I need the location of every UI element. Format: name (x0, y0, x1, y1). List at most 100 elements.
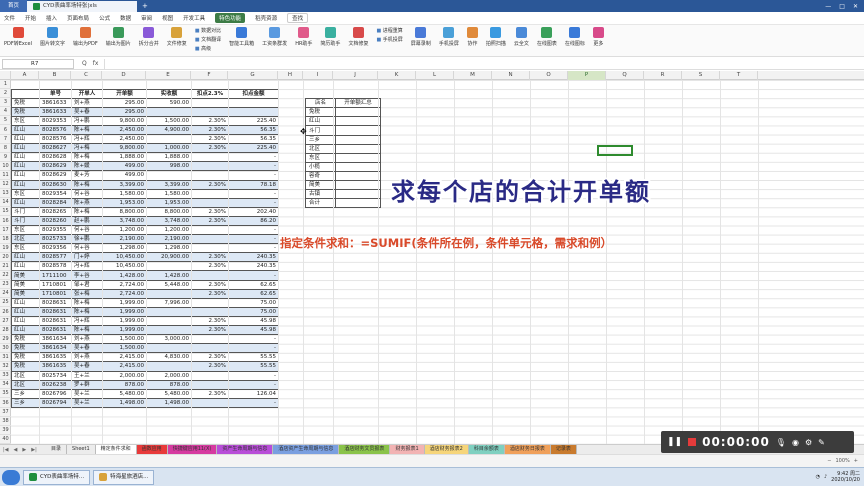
taskbar-item-1[interactable]: 特海星旅酒店... (93, 469, 155, 485)
table-cell[interactable]: 1710801 (39, 288, 72, 299)
table-cell[interactable]: 2.30% (191, 352, 229, 363)
column-header-C[interactable]: C (71, 71, 102, 80)
column-header-cell[interactable]: 单号 (39, 88, 72, 99)
table-cell[interactable]: 冯+鹏 (71, 115, 103, 126)
ribbon-stack-item[interactable]: 文档翻译 (195, 36, 221, 43)
row-header[interactable]: 8 (0, 144, 11, 153)
table-cell[interactable] (146, 261, 192, 272)
menu-item-10[interactable]: 稻壳资源 (255, 14, 277, 22)
table-cell[interactable] (191, 197, 229, 208)
column-header-cell[interactable]: 开单人 (71, 88, 103, 99)
table-cell[interactable]: 1,999.00 (102, 306, 147, 317)
row-header[interactable]: 31 (0, 353, 11, 363)
table-cell[interactable]: 免税 (11, 343, 40, 354)
shop-total-cell[interactable] (335, 125, 381, 136)
table-cell[interactable]: 1,200.00 (146, 224, 192, 236)
table-cell[interactable]: 1,200.00 (102, 224, 147, 236)
formula-input[interactable] (104, 58, 864, 69)
sheet-nav-button[interactable]: ▶ (22, 447, 26, 453)
ribbon-button-13[interactable]: 协作 (466, 27, 478, 47)
table-cell[interactable]: 86.20 (228, 215, 279, 227)
table-cell[interactable]: 78.18 (228, 179, 279, 190)
column-header-P[interactable]: P (568, 71, 606, 80)
table-cell[interactable]: 红山 (11, 297, 40, 308)
table-cell[interactable]: 红山 (11, 152, 40, 163)
column-header-R[interactable]: R (644, 71, 682, 80)
table-cell[interactable]: 8028631 (39, 315, 72, 327)
shop-header-cell[interactable]: 店名 (305, 98, 336, 109)
table-cell[interactable]: 878.00 (102, 379, 147, 390)
sheet-tab-6[interactable]: 酒店资产生命周期与信息 (273, 445, 340, 454)
table-cell[interactable]: 8028627 (39, 143, 72, 154)
table-cell[interactable]: 8028576 (39, 134, 72, 145)
table-cell[interactable]: 1,999.00 (102, 315, 147, 327)
table-cell[interactable] (191, 170, 229, 181)
table-cell[interactable]: 红山 (11, 161, 40, 172)
table-cell[interactable]: 张+梅 (71, 288, 103, 299)
table-cell[interactable] (146, 325, 192, 336)
table-cell[interactable]: 8026238 (39, 379, 72, 390)
maximize-icon[interactable]: □ (839, 3, 845, 10)
table-cell[interactable]: 295.00 (102, 106, 147, 117)
ribbon-button-16[interactable]: 在线图表 (537, 27, 557, 47)
sheet-tab-10[interactable]: 科目余额表 (468, 445, 505, 454)
table-cell[interactable]: - (228, 224, 279, 236)
column-header-cell[interactable]: 实收额 (146, 88, 192, 99)
column-header-K[interactable]: K (378, 71, 416, 80)
column-header-Q[interactable]: Q (606, 71, 644, 80)
taskbar-item-0[interactable]: CYD表曲率场特... (23, 469, 91, 485)
row-header[interactable]: 19 (0, 244, 11, 253)
table-cell[interactable]: 590.00 (146, 97, 192, 108)
table-cell[interactable]: 4,830.00 (146, 352, 192, 363)
table-cell[interactable]: 冯+辉 (71, 261, 103, 272)
start-button[interactable] (2, 469, 20, 485)
table-cell[interactable]: 10,450.00 (102, 261, 147, 272)
table-cell[interactable]: 麦+芳 (71, 170, 103, 181)
table-cell[interactable]: 1,498.00 (102, 397, 147, 408)
table-cell[interactable]: 8028284 (39, 197, 72, 208)
table-cell[interactable]: 吴+春 (71, 343, 103, 354)
table-cell[interactable]: 吴+兰 (71, 388, 103, 399)
ribbon-button-5[interactable]: 文件修复 (167, 27, 187, 47)
row-header[interactable]: 18 (0, 235, 11, 244)
ribbon-stack-item[interactable]: 手机投屏 (376, 36, 403, 43)
column-header-H[interactable]: H (278, 71, 303, 80)
table-cell[interactable] (146, 343, 192, 354)
table-cell[interactable]: 9,800.00 (102, 143, 147, 154)
ribbon-button-8[interactable]: HR助手 (295, 27, 312, 47)
table-cell[interactable]: 225.40 (228, 143, 279, 154)
table-cell[interactable] (191, 306, 229, 317)
ribbon-button-4[interactable]: 拆分合并 (139, 27, 159, 47)
table-cell[interactable]: 2,000.00 (102, 370, 147, 381)
row-header[interactable]: 11 (0, 171, 11, 181)
table-cell[interactable]: 免税 (11, 334, 40, 345)
table-cell[interactable] (191, 334, 229, 345)
column-header-M[interactable]: M (454, 71, 492, 80)
menu-item-2[interactable]: 插入 (46, 14, 57, 22)
table-cell[interactable]: 刘+燕 (71, 97, 103, 108)
menu-item-8[interactable]: 开发工具 (183, 14, 205, 22)
table-cell[interactable]: 45.98 (228, 315, 279, 327)
table-cell[interactable]: 878.00 (146, 379, 192, 390)
table-cell[interactable]: 2.30% (191, 206, 229, 217)
column-header-T[interactable]: T (720, 71, 758, 80)
table-cell[interactable]: 3,748.00 (102, 215, 147, 227)
shop-name-cell[interactable]: 合计 (305, 198, 336, 209)
ribbon-stack-item[interactable]: 进程重算 (376, 27, 403, 34)
shop-total-cell[interactable] (335, 180, 381, 191)
table-cell[interactable]: 8028631 (39, 297, 72, 308)
table-cell[interactable]: 冯+辉 (71, 134, 103, 145)
row-header[interactable]: 40 (0, 435, 11, 444)
table-cell[interactable]: 75.00 (228, 306, 279, 317)
table-cell[interactable]: 202.40 (228, 206, 279, 217)
taskbar-clock[interactable]: 9:42 周二 2020/10/20 (831, 471, 860, 483)
table-cell[interactable]: 55.55 (228, 352, 279, 363)
table-cell[interactable]: 红山 (11, 143, 40, 154)
sheet-tab-5[interactable]: 资产生命周期与信息 (217, 445, 274, 454)
table-cell[interactable]: 吴+春 (71, 361, 103, 372)
row-header[interactable]: 29 (0, 335, 11, 344)
table-cell[interactable]: 3,399.00 (146, 179, 192, 190)
sheet-nav-button[interactable]: |◀ (3, 447, 9, 453)
zoom-in-icon[interactable]: + (854, 458, 858, 464)
row-header[interactable]: 7 (0, 135, 11, 144)
